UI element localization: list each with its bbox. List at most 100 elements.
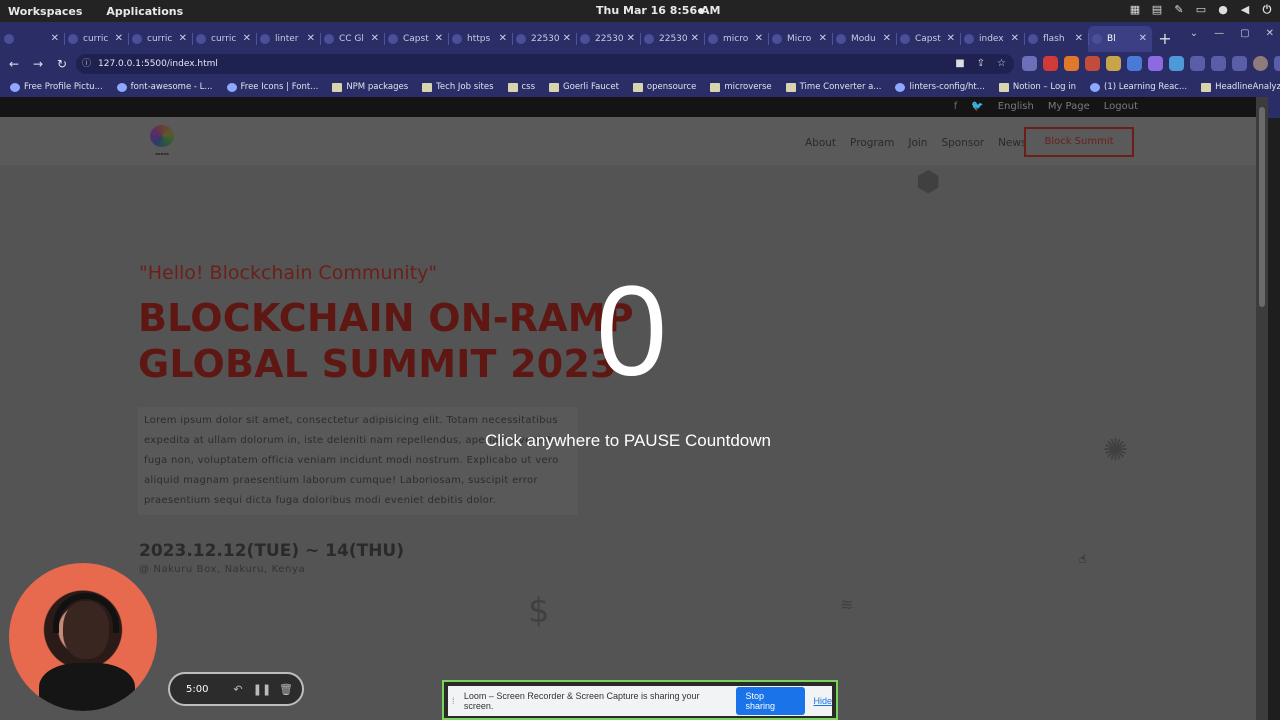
browser-tab[interactable]: 22530 ✕ <box>512 26 576 52</box>
countdown-number[interactable]: 0 <box>596 262 667 402</box>
close-tab-icon[interactable]: ✕ <box>179 33 187 44</box>
close-tab-icon[interactable]: ✕ <box>307 33 315 44</box>
close-tab-icon[interactable]: ✕ <box>563 33 571 44</box>
nav-item-news[interactable]: News <box>998 137 1026 149</box>
extension-icon[interactable] <box>1148 56 1163 71</box>
maximize-icon[interactable]: ▢ <box>1240 28 1249 39</box>
bookmark-item[interactable]: css <box>507 82 535 92</box>
close-window-icon[interactable]: ✕ <box>1266 28 1274 39</box>
reload-icon[interactable]: ↻ <box>52 57 72 71</box>
puzzle-icon[interactable] <box>1190 56 1205 71</box>
profile-avatar-icon[interactable] <box>1253 56 1268 71</box>
browser-tab[interactable]: ✕ <box>0 26 64 52</box>
scrollbar-thumb[interactable] <box>1259 107 1265 307</box>
minimize-icon[interactable]: — <box>1214 28 1224 39</box>
browser-tab[interactable]: CC Gl ✕ <box>320 26 384 52</box>
bookmark-item[interactable]: Goerli Faucet <box>549 82 619 92</box>
camera-icon[interactable]: ■ <box>955 54 964 74</box>
browser-tab[interactable]: curric ✕ <box>64 26 128 52</box>
site-info-icon[interactable]: ⓘ <box>82 54 91 74</box>
bookmark-item[interactable]: (1) Learning Reac... <box>1090 82 1187 92</box>
nav-item-about[interactable]: About <box>805 137 836 149</box>
browser-tab[interactable]: Capst ✕ <box>384 26 448 52</box>
bookmark-item[interactable]: NPM packages <box>332 82 408 92</box>
nav-item-sponsor[interactable]: Sponsor <box>941 137 984 149</box>
browser-tab[interactable]: flash ✕ <box>1024 26 1088 52</box>
extension-icon[interactable] <box>1085 56 1100 71</box>
extension-icon[interactable] <box>1022 56 1037 71</box>
browser-tab[interactable]: 22530 ✕ <box>576 26 640 52</box>
webcam-bubble[interactable] <box>9 563 157 711</box>
workspaces-menu[interactable]: Workspaces <box>8 5 82 18</box>
browser-tab[interactable]: curric ✕ <box>192 26 256 52</box>
tab-search-icon[interactable]: ⌄ <box>1190 28 1198 39</box>
keyboard-icon[interactable]: ▤ <box>1150 3 1164 17</box>
bookmark-item[interactable]: linters-config/ht... <box>895 82 985 92</box>
bookmark-item[interactable]: opensource <box>632 82 696 92</box>
monitor-icon[interactable]: ▭ <box>1194 3 1208 17</box>
extension-icon[interactable] <box>1127 56 1142 71</box>
bookmark-item[interactable]: microverse <box>710 82 772 92</box>
close-tab-icon[interactable]: ✕ <box>819 33 827 44</box>
bookmark-item[interactable]: Free Icons | Font... <box>226 82 318 92</box>
close-tab-icon[interactable]: ✕ <box>1075 33 1083 44</box>
extension-icon[interactable] <box>1169 56 1184 71</box>
bookmark-item[interactable]: Notion – Log in <box>998 82 1076 92</box>
close-tab-icon[interactable]: ✕ <box>1011 33 1019 44</box>
pause-countdown-hint[interactable]: Click anywhere to PAUSE Countdown <box>485 431 771 451</box>
new-tab-icon[interactable]: + <box>1152 26 1178 52</box>
close-tab-icon[interactable]: ✕ <box>627 33 635 44</box>
power-icon[interactable]: ⏻ <box>1260 3 1274 17</box>
stop-sharing-button[interactable]: Stop sharing <box>735 687 806 715</box>
english-link[interactable]: English <box>998 101 1034 112</box>
applications-menu[interactable]: Applications <box>106 5 183 18</box>
facebook-icon[interactable]: f <box>954 101 958 112</box>
browser-tab[interactable]: Bl ✕ <box>1088 26 1152 52</box>
close-tab-icon[interactable]: ✕ <box>883 33 891 44</box>
browser-tab[interactable]: curric ✕ <box>128 26 192 52</box>
close-tab-icon[interactable]: ✕ <box>691 33 699 44</box>
twitter-icon[interactable]: 🐦 <box>971 101 983 112</box>
extension-icon[interactable] <box>1106 56 1121 71</box>
browser-tab[interactable]: Micro ✕ <box>768 26 832 52</box>
mypage-link[interactable]: My Page <box>1048 101 1090 112</box>
browser-tab[interactable]: Capst ✕ <box>896 26 960 52</box>
menu-icon[interactable] <box>1274 56 1280 71</box>
forward-icon[interactable]: → <box>28 57 48 71</box>
nav-item-program[interactable]: Program <box>850 137 894 149</box>
reading-list-icon[interactable] <box>1211 56 1226 71</box>
bookmark-item[interactable]: Time Converter a... <box>785 82 881 92</box>
close-tab-icon[interactable]: ✕ <box>435 33 443 44</box>
site-logo[interactable]: ▪▪▪▪▪ <box>134 125 190 157</box>
bookmark-item[interactable]: HeadlineAnalyzer... <box>1201 82 1280 92</box>
drag-handle-icon[interactable]: ⁞ <box>452 696 462 706</box>
share-icon[interactable]: ⇪ <box>977 54 985 74</box>
hide-link[interactable]: Hide <box>813 696 832 706</box>
back-icon[interactable]: ← <box>4 57 24 71</box>
undo-icon[interactable]: ↶ <box>226 683 250 696</box>
bookmark-item[interactable]: Free Profile Pictu... <box>10 82 103 92</box>
extension-icon[interactable] <box>1043 56 1058 71</box>
bookmark-star-icon[interactable]: ☆ <box>997 54 1006 74</box>
trash-icon[interactable]: 🗑 <box>274 683 298 696</box>
close-tab-icon[interactable]: ✕ <box>115 33 123 44</box>
close-tab-icon[interactable]: ✕ <box>1139 33 1147 44</box>
close-tab-icon[interactable]: ✕ <box>371 33 379 44</box>
nav-item-join[interactable]: Join <box>908 137 927 149</box>
volume-icon[interactable]: ◀ <box>1238 3 1252 17</box>
browser-tab[interactable]: linter ✕ <box>256 26 320 52</box>
microphone-icon[interactable]: ● <box>1216 3 1230 17</box>
close-tab-icon[interactable]: ✕ <box>947 33 955 44</box>
notes-icon[interactable]: ✎ <box>1172 3 1186 17</box>
windows-icon[interactable]: ▦ <box>1128 3 1142 17</box>
bookmark-item[interactable]: font-awesome - L... <box>116 82 213 92</box>
browser-tab[interactable]: index ✕ <box>960 26 1024 52</box>
page-scrollbar[interactable] <box>1256 97 1268 720</box>
browser-tab[interactable]: 22530 ✕ <box>640 26 704 52</box>
sidebar-icon[interactable] <box>1232 56 1247 71</box>
browser-tab[interactable]: https ✕ <box>448 26 512 52</box>
pause-icon[interactable]: ❚❚ <box>250 683 274 696</box>
logout-link[interactable]: Logout <box>1104 101 1138 112</box>
close-tab-icon[interactable]: ✕ <box>755 33 763 44</box>
close-tab-icon[interactable]: ✕ <box>51 33 59 44</box>
